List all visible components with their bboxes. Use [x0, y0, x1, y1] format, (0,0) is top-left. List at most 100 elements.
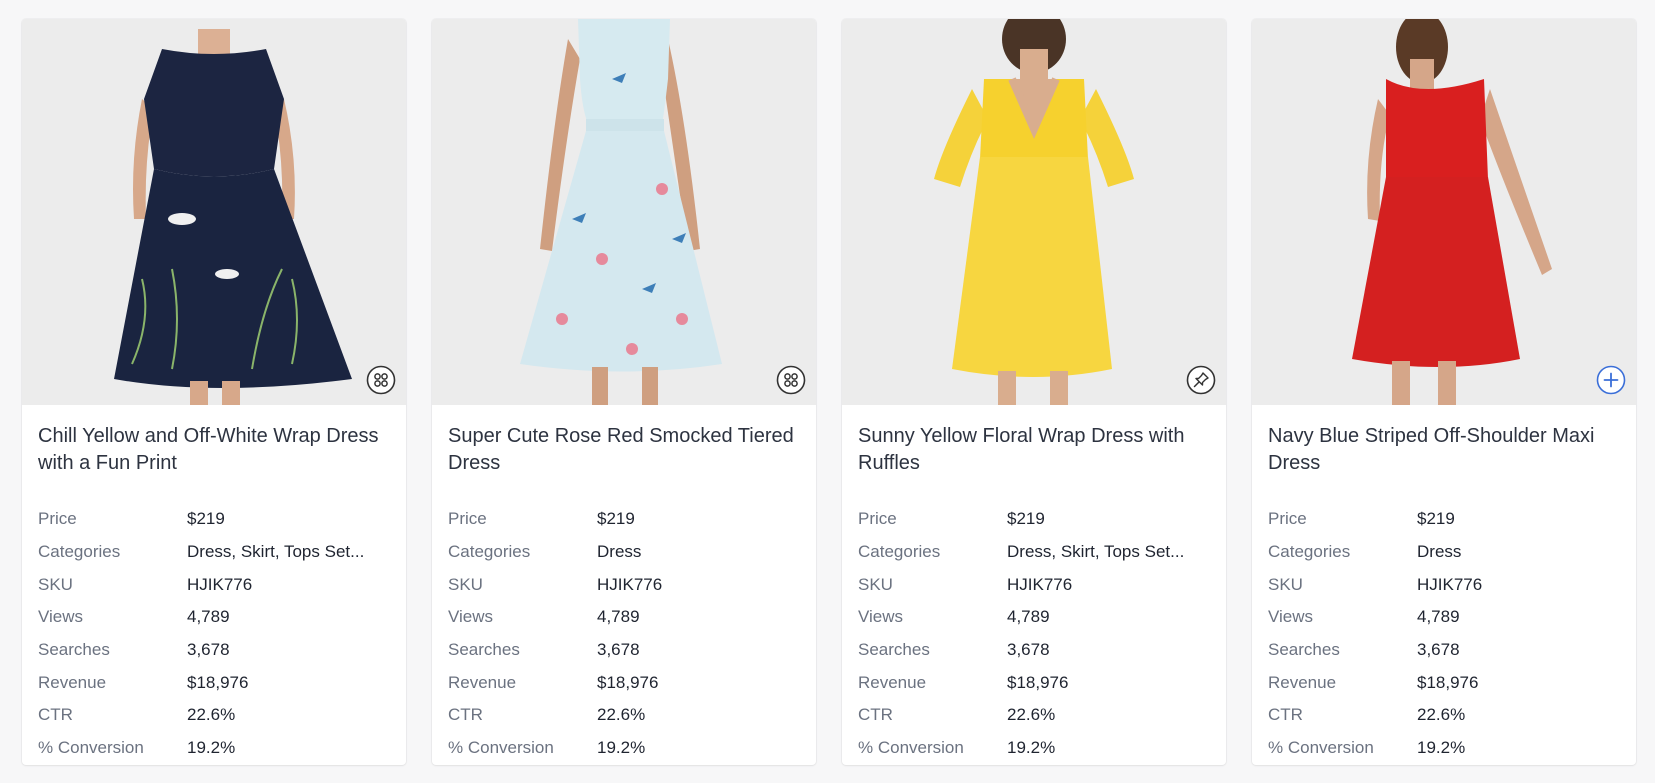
product-image[interactable] [22, 19, 406, 405]
product-stats: Price $219 Categories Dress SKU HJIK776 Vie… [448, 503, 800, 765]
price-row: Price $219 [1268, 503, 1620, 536]
searches-label: Searches [448, 640, 520, 660]
sku-label: SKU [1268, 574, 1303, 594]
searches-label: Searches [858, 640, 930, 660]
views-row: Views 4,789 [858, 601, 1210, 634]
product-title: Super Cute Rose Red Smocked Tiered Dress [448, 425, 794, 474]
sku-row: SKU HJIK776 [1268, 568, 1620, 601]
revenue-label: Revenue [38, 672, 107, 692]
grid-circle-icon [776, 365, 806, 395]
views-value: 4,789 [1007, 607, 1050, 627]
price-label: Price [38, 509, 77, 529]
revenue-label: Revenue [1268, 672, 1337, 692]
price-value: $219 [187, 509, 225, 529]
conversion-value: 19.2% [1417, 738, 1466, 758]
categories-label: Categories [858, 542, 941, 562]
red-dress-photo [1252, 19, 1636, 405]
conversion-row: % Conversion 19.2% [448, 732, 800, 765]
price-row: Price $219 [858, 503, 1210, 536]
categories-value: Dress [1417, 542, 1462, 562]
revenue-value: $18,976 [187, 672, 249, 692]
views-label: Views [38, 607, 84, 627]
revenue-label: Revenue [448, 672, 517, 692]
conversion-label: % Conversion [1268, 738, 1374, 758]
product-image[interactable] [1252, 19, 1636, 405]
views-label: Views [448, 607, 494, 627]
views-row: Views 4,789 [38, 601, 390, 634]
revenue-label: Revenue [858, 672, 927, 692]
price-label: Price [1268, 509, 1307, 529]
conversion-row: % Conversion 19.2% [1268, 732, 1620, 765]
grid-circle-button[interactable] [366, 365, 396, 395]
sku-row: SKU HJIK776 [38, 568, 390, 601]
product-title: Navy Blue Striped Off-Shoulder Maxi Dres… [1268, 425, 1595, 474]
categories-row: Categories Dress [1268, 536, 1620, 569]
yellow-dress-photo [842, 19, 1226, 405]
plus-circle-icon [1596, 365, 1626, 395]
views-value: 4,789 [187, 607, 230, 627]
searches-label: Searches [38, 640, 110, 660]
views-value: 4,789 [597, 607, 640, 627]
grid-circle-button[interactable] [776, 365, 806, 395]
product-title: Chill Yellow and Off-White Wrap Dress wi… [38, 425, 379, 474]
revenue-row: Revenue $18,976 [448, 666, 800, 699]
price-value: $219 [597, 509, 635, 529]
searches-label: Searches [1268, 640, 1340, 660]
conversion-value: 19.2% [1007, 738, 1056, 758]
product-card[interactable]: Navy Blue Striped Off-Shoulder Maxi Dres… [1252, 19, 1636, 765]
sku-row: SKU HJIK776 [858, 568, 1210, 601]
product-image[interactable] [842, 19, 1226, 405]
sku-label: SKU [448, 574, 483, 594]
views-row: Views 4,789 [448, 601, 800, 634]
product-stats: Price $219 Categories Dress SKU HJIK776 Vie… [1268, 503, 1620, 765]
sku-value: HJIK776 [1417, 574, 1483, 594]
categories-label: Categories [1268, 542, 1351, 562]
product-card[interactable]: Super Cute Rose Red Smocked Tiered Dress… [432, 19, 816, 765]
conversion-label: % Conversion [38, 738, 144, 758]
categories-row: Categories Dress, Skirt, Tops Set... [38, 536, 390, 569]
views-label: Views [858, 607, 904, 627]
ctr-label: CTR [38, 705, 73, 725]
sku-value: HJIK776 [187, 574, 253, 594]
ctr-row: CTR 22.6% [858, 699, 1210, 732]
categories-row: Categories Dress [448, 536, 800, 569]
categories-row: Categories Dress, Skirt, Tops Set... [858, 536, 1210, 569]
revenue-value: $18,976 [597, 672, 659, 692]
product-stats: Price $219 Categories Dress, Skirt, Tops S… [858, 503, 1210, 765]
ctr-value: 22.6% [1007, 705, 1056, 725]
price-value: $219 [1417, 509, 1455, 529]
categories-value: Dress, Skirt, Tops Set... [187, 542, 365, 562]
add-button[interactable] [1596, 365, 1626, 395]
sku-value: HJIK776 [1007, 574, 1073, 594]
revenue-row: Revenue $18,976 [38, 666, 390, 699]
navy-dress-photo [22, 19, 406, 405]
categories-label: Categories [38, 542, 121, 562]
categories-value: Dress, Skirt, Tops Set... [1007, 542, 1185, 562]
ctr-value: 22.6% [187, 705, 236, 725]
searches-row: Searches 3,678 [448, 634, 800, 667]
views-row: Views 4,789 [1268, 601, 1620, 634]
floral-dress-photo [432, 19, 816, 405]
pin-button[interactable] [1186, 365, 1216, 395]
revenue-row: Revenue $18,976 [1268, 666, 1620, 699]
searches-value: 3,678 [1417, 640, 1460, 660]
product-card[interactable]: Chill Yellow and Off-White Wrap Dress wi… [22, 19, 406, 765]
ctr-label: CTR [858, 705, 893, 725]
grid-circle-icon [366, 365, 396, 395]
ctr-label: CTR [448, 705, 483, 725]
conversion-label: % Conversion [448, 738, 554, 758]
searches-value: 3,678 [187, 640, 230, 660]
product-grid: Chill Yellow and Off-White Wrap Dress wi… [22, 19, 1636, 765]
ctr-row: CTR 22.6% [448, 699, 800, 732]
categories-value: Dress [597, 542, 642, 562]
ctr-row: CTR 22.6% [38, 699, 390, 732]
price-label: Price [448, 509, 487, 529]
product-image[interactable] [432, 19, 816, 405]
price-row: Price $219 [38, 503, 390, 536]
product-card[interactable]: Sunny Yellow Floral Wrap Dress with Ruff… [842, 19, 1226, 765]
sku-label: SKU [38, 574, 73, 594]
conversion-label: % Conversion [858, 738, 964, 758]
sku-label: SKU [858, 574, 893, 594]
ctr-value: 22.6% [597, 705, 646, 725]
searches-value: 3,678 [1007, 640, 1050, 660]
